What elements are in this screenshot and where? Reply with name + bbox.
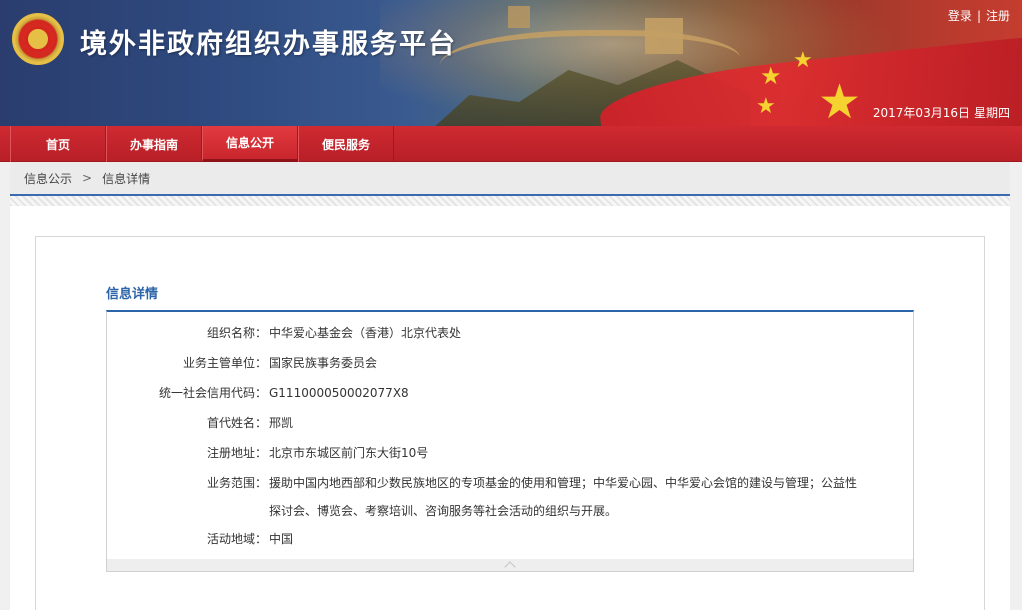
nav-item-guide[interactable]: 办事指南: [106, 126, 202, 162]
detail-label: 活动地域：: [206, 532, 267, 546]
auth-separator: |: [976, 9, 981, 23]
detail-value: G111000050002077X8: [269, 386, 409, 400]
date-weekday: 星期四: [973, 106, 1010, 120]
detail-label: 业务范围：: [206, 476, 267, 490]
star-icon: ★: [818, 74, 862, 126]
detail-value: 北京市东城区前门东大街10号: [269, 446, 429, 460]
chevron-up-icon[interactable]: [504, 561, 516, 573]
detail-label: 业务主管单位：: [182, 356, 267, 370]
detail-label: 组织名称：: [206, 326, 267, 340]
login-link[interactable]: 登录: [948, 9, 972, 23]
star-icon: ★: [793, 48, 813, 73]
breadcrumb: 信息公示 > 信息详情: [10, 162, 1010, 196]
wall-tower-image: [645, 18, 683, 54]
section-title: 信息详情: [106, 287, 159, 302]
breadcrumb-parent-link[interactable]: 信息公示: [24, 170, 72, 187]
detail-label: 首代姓名：: [206, 416, 267, 430]
detail-value: 国家民族事务委员会: [269, 356, 378, 370]
auth-links: 登录 | 注册: [948, 7, 1010, 24]
wall-tower-image: [508, 6, 530, 28]
detail-panel: 组织名称： 中华爱心基金会（香港）北京代表处 业务主管单位： 国家民族事务委员会…: [106, 310, 914, 573]
nav-item-home[interactable]: 首页: [10, 126, 106, 162]
national-emblem-icon: [12, 13, 64, 65]
star-icon: ★: [760, 62, 782, 90]
nav-item-service[interactable]: 便民服务: [298, 126, 394, 162]
register-link[interactable]: 注册: [986, 9, 1010, 23]
header-banner: ★ ★ ★ ★ 境外非政府组织办事服务平台 登录 | 注册 2017年03月16日星…: [0, 0, 1022, 126]
breadcrumb-arrow: >: [82, 171, 93, 185]
decorative-stripe: [10, 196, 1010, 206]
nav-item-info-public[interactable]: 信息公开: [202, 126, 298, 162]
detail-value: 中华爱心基金会（香港）北京代表处: [269, 326, 462, 340]
site-title: 境外非政府组织办事服务平台: [80, 29, 457, 60]
collapse-bar[interactable]: [107, 559, 913, 573]
detail-value: 中国: [269, 532, 294, 546]
detail-value: 援助中国内地西部和少数民族地区的专项基金的使用和管理；中华爱心园、中华爱心会馆的…: [269, 476, 858, 518]
breadcrumb-current: 信息详情: [102, 171, 151, 186]
main-nav: 首页 办事指南 信息公开 便民服务: [0, 126, 1022, 162]
detail-value: 邢凯: [269, 416, 294, 430]
current-date: 2017年03月16日 星期四: [873, 104, 1010, 121]
star-icon: ★: [756, 94, 776, 119]
date-value: 2017年03月16日: [872, 106, 970, 120]
detail-label: 统一社会信用代码：: [158, 386, 267, 400]
detail-label: 注册地址：: [206, 446, 267, 460]
